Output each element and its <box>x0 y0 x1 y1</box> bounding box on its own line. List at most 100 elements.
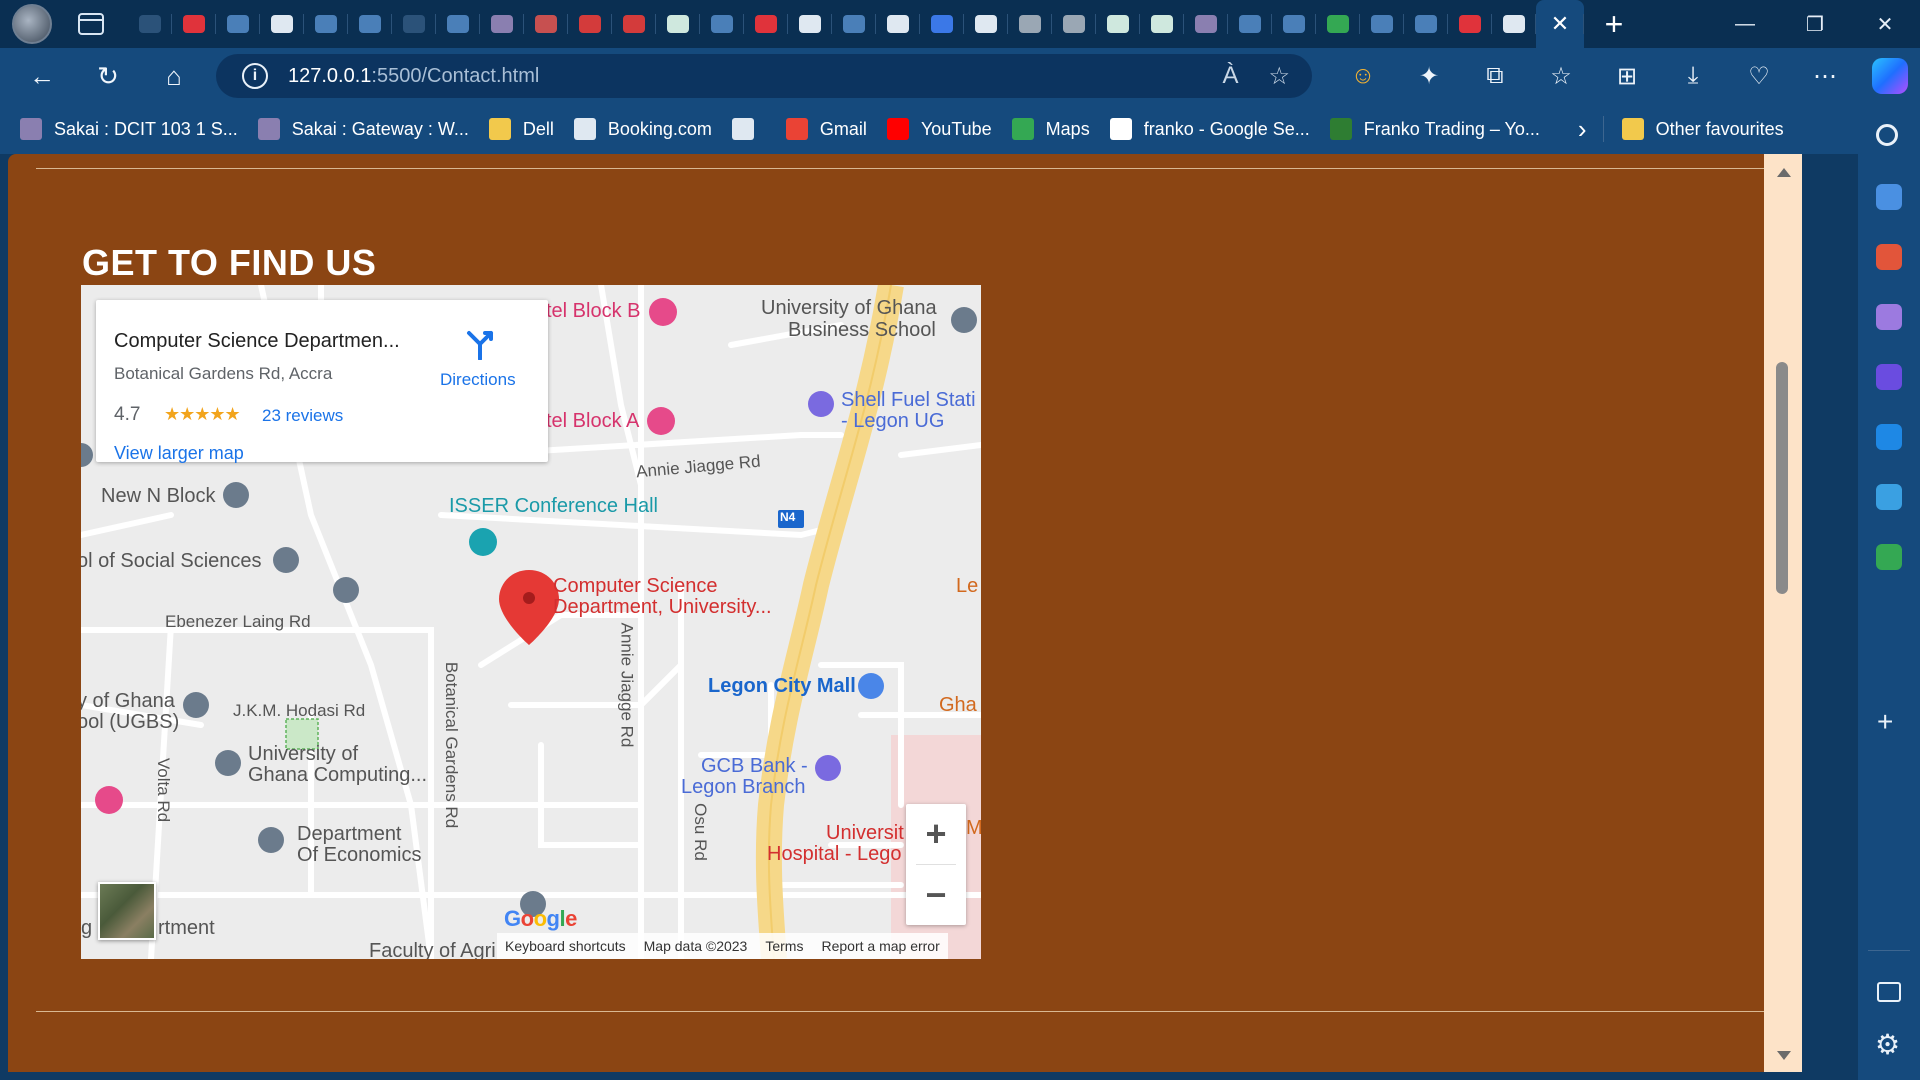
tab-actions-icon[interactable] <box>78 13 104 35</box>
favourite-item[interactable]: Franko Trading – Yo... <box>1320 104 1550 154</box>
browser-tab[interactable] <box>436 0 480 48</box>
browser-tab[interactable] <box>480 0 524 48</box>
browser-tab[interactable] <box>788 0 832 48</box>
favourite-item[interactable]: Sakai : Gateway : W... <box>248 104 479 154</box>
browser-tab[interactable] <box>260 0 304 48</box>
favourites-overflow-icon[interactable]: › <box>1578 114 1587 145</box>
browser-tab[interactable] <box>1140 0 1184 48</box>
location-marker-icon[interactable] <box>499 570 559 645</box>
favourites-icon[interactable]: ☆ <box>1528 62 1594 91</box>
profile-avatar[interactable] <box>12 4 52 44</box>
chess-icon[interactable] <box>1876 304 1902 330</box>
page-scrollbar[interactable] <box>1764 154 1802 1072</box>
collections-icon[interactable]: ⊞ <box>1594 62 1660 91</box>
home-button[interactable]: ⌂ <box>146 48 202 104</box>
browser-tab[interactable] <box>1404 0 1448 48</box>
browser-tab[interactable] <box>920 0 964 48</box>
address-bar[interactable]: i 127.0.0.1:5500/Contact.html À ☆ <box>216 54 1312 98</box>
map-label: - Legon UG <box>841 410 945 432</box>
satellite-toggle[interactable] <box>98 882 156 940</box>
browser-tab[interactable] <box>700 0 744 48</box>
active-tab[interactable]: ✕ <box>1536 0 1584 48</box>
browser-tab[interactable] <box>304 0 348 48</box>
browser-tab[interactable] <box>1096 0 1140 48</box>
keyboard-shortcuts-link[interactable]: Keyboard shortcuts <box>505 938 626 954</box>
url-text[interactable]: 127.0.0.1:5500/Contact.html <box>288 65 539 88</box>
browser-tab[interactable] <box>172 0 216 48</box>
directions-link[interactable]: Directions <box>440 370 516 390</box>
browser-essentials-icon[interactable]: ♡ <box>1726 62 1792 91</box>
favourite-star-icon[interactable]: ☆ <box>1268 62 1290 91</box>
browser-tab[interactable] <box>656 0 700 48</box>
outlook-icon[interactable] <box>1876 424 1902 450</box>
browser-tab[interactable] <box>1492 0 1536 48</box>
scroll-up-icon[interactable] <box>1777 168 1791 177</box>
tree-icon[interactable] <box>1876 544 1902 570</box>
copilot-icon[interactable] <box>1872 58 1908 94</box>
browser-tab[interactable] <box>128 0 172 48</box>
site-info-icon[interactable]: i <box>242 63 268 89</box>
browser-tab[interactable] <box>876 0 920 48</box>
reviews-link[interactable]: 23 reviews <box>262 406 343 426</box>
other-favourites-folder[interactable]: Other favourites <box>1612 104 1794 154</box>
favourite-item[interactable] <box>722 104 776 154</box>
browser-tab[interactable] <box>568 0 612 48</box>
scroll-down-icon[interactable] <box>1777 1051 1791 1060</box>
extensions-puzzle-icon[interactable]: ✦ <box>1396 62 1462 91</box>
zoom-out-button[interactable]: − <box>906 865 966 925</box>
browser-tab[interactable] <box>832 0 876 48</box>
extension-icon[interactable]: ☺ <box>1330 62 1396 90</box>
browser-tab[interactable] <box>348 0 392 48</box>
page-viewport: GET TO FIND US tel Block B University of… <box>8 154 1802 1072</box>
report-map-error-link[interactable]: Report a map error <box>821 938 939 954</box>
browser-tab[interactable] <box>964 0 1008 48</box>
browser-tab[interactable] <box>1316 0 1360 48</box>
browser-tab[interactable] <box>1008 0 1052 48</box>
browser-tab[interactable] <box>216 0 260 48</box>
send-icon[interactable] <box>1876 484 1902 510</box>
browser-tab[interactable] <box>744 0 788 48</box>
browser-tab[interactable] <box>524 0 568 48</box>
refresh-button[interactable]: ↻ <box>80 48 136 104</box>
favourite-item[interactable]: Gmail <box>776 104 877 154</box>
close-window-button[interactable]: ✕ <box>1850 0 1920 48</box>
add-sidebar-app-icon[interactable]: + <box>1877 706 1893 738</box>
favourite-item[interactable]: Maps <box>1002 104 1100 154</box>
browser-tab[interactable] <box>1272 0 1316 48</box>
zoom-in-button[interactable]: + <box>906 804 966 864</box>
sidebar-settings-icon[interactable]: ⚙ <box>1875 1028 1900 1061</box>
browser-tab[interactable] <box>392 0 436 48</box>
favourite-item[interactable]: franko - Google Se... <box>1100 104 1320 154</box>
downloads-icon[interactable]: ⤓ <box>1660 62 1726 90</box>
embedded-map[interactable]: tel Block B University of Ghana Business… <box>81 285 981 959</box>
terms-link[interactable]: Terms <box>765 938 803 954</box>
favourite-item[interactable]: Sakai : DCIT 103 1 S... <box>10 104 248 154</box>
back-button[interactable]: ← <box>14 48 70 104</box>
close-tab-icon[interactable]: ✕ <box>1551 11 1569 37</box>
browser-tab[interactable] <box>612 0 656 48</box>
office-icon[interactable] <box>1876 364 1902 390</box>
browser-tab[interactable] <box>1228 0 1272 48</box>
new-tab-button[interactable]: + <box>1590 6 1638 43</box>
toolbox-icon[interactable] <box>1876 244 1902 270</box>
settings-more-icon[interactable]: ⋯ <box>1792 62 1858 91</box>
hide-sidebar-icon[interactable] <box>1877 982 1901 1002</box>
scrollbar-thumb[interactable] <box>1776 362 1788 594</box>
ellipsis-icon <box>1239 15 1261 33</box>
search-icon[interactable] <box>1876 124 1898 146</box>
browser-tab[interactable] <box>1052 0 1096 48</box>
favourite-item[interactable]: Dell <box>479 104 564 154</box>
browser-tab[interactable] <box>1184 0 1228 48</box>
tag-icon[interactable] <box>1876 184 1902 210</box>
view-larger-map-link[interactable]: View larger map <box>114 443 244 464</box>
read-aloud-icon[interactable]: À <box>1222 62 1238 90</box>
directions-icon[interactable] <box>466 330 494 360</box>
split-screen-icon[interactable]: ⧉ <box>1462 62 1528 90</box>
minimize-button[interactable]: — <box>1710 0 1780 48</box>
browser-tab[interactable] <box>1448 0 1492 48</box>
browser-tab[interactable] <box>1360 0 1404 48</box>
folder-icon <box>488 118 511 140</box>
favourite-item[interactable]: Booking.com <box>564 104 722 154</box>
favourite-item[interactable]: YouTube <box>877 104 1002 154</box>
restore-button[interactable]: ❐ <box>1780 0 1850 48</box>
